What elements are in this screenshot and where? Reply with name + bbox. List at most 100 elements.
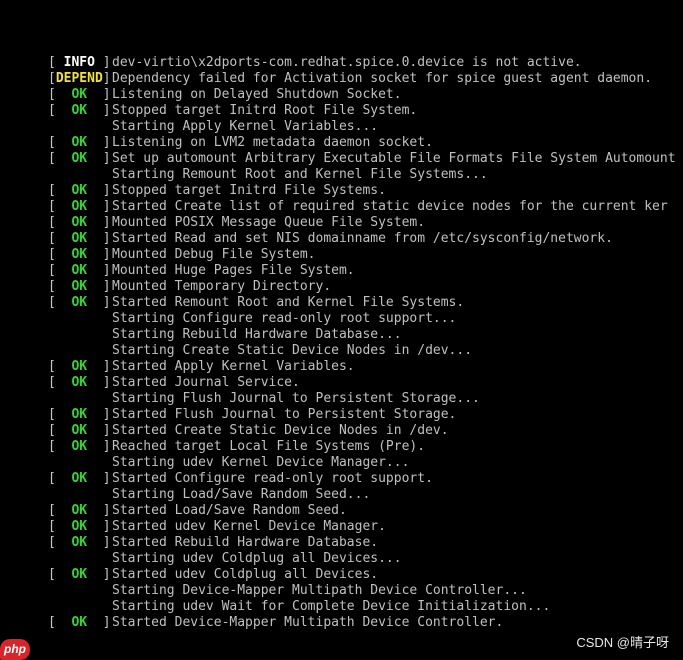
- status-tag: OK: [71, 439, 88, 454]
- status-tag: OK: [71, 199, 88, 214]
- status-tag: OK: [71, 471, 88, 486]
- status-bracket-open: [: [48, 263, 72, 278]
- status-bracket-close: ]: [87, 519, 111, 534]
- log-message: Mounted Huge Pages File System.: [112, 263, 355, 278]
- status-tag: OK: [71, 183, 88, 198]
- log-line: Starting Create Static Device Nodes in /…: [48, 343, 683, 359]
- log-message: Stopped target Initrd Root File System.: [112, 103, 418, 118]
- status-tag: OK: [71, 535, 88, 550]
- status-bracket-open: [: [48, 519, 72, 534]
- status-bracket-close: ]: [87, 503, 111, 518]
- log-message: Started Configure read-only root support…: [112, 471, 433, 486]
- status-bracket-close: ]: [87, 279, 111, 294]
- log-message: Mounted Temporary Directory.: [112, 279, 332, 294]
- status-badge: [ OK ]: [48, 375, 112, 391]
- log-message: Started Device-Mapper Multipath Device C…: [112, 615, 504, 630]
- status-bracket-close: ]: [87, 359, 111, 374]
- log-line: [ OK ]Listening on Delayed Shutdown Sock…: [48, 87, 683, 103]
- log-message: Starting udev Kernel Device Manager...: [112, 455, 410, 470]
- status-tag: OK: [71, 375, 88, 390]
- status-bracket-close: ]: [87, 423, 111, 438]
- status-bracket-close: ]: [87, 247, 111, 262]
- log-line: [ OK ]Started Flush Journal to Persisten…: [48, 407, 683, 423]
- log-line: Starting udev Kernel Device Manager...: [48, 455, 683, 471]
- status-badge: [ OK ]: [48, 567, 112, 583]
- log-message: Reached target Local File Systems (Pre).: [112, 439, 426, 454]
- log-message: Started Create list of required static d…: [112, 199, 668, 214]
- status-bracket-close: ]: [87, 615, 111, 630]
- log-line: Starting Remount Root and Kernel File Sy…: [48, 167, 683, 183]
- status-badge: [ OK ]: [48, 359, 112, 375]
- status-bracket-open: [: [48, 567, 72, 582]
- status-tag: OK: [71, 263, 88, 278]
- log-message: Starting Create Static Device Nodes in /…: [112, 343, 473, 358]
- status-badge: [ OK ]: [48, 215, 112, 231]
- log-line: [DEPEND]Dependency failed for Activation…: [48, 71, 683, 87]
- log-message: Starting Device-Mapper Multipath Device …: [112, 583, 527, 598]
- status-tag: OK: [71, 215, 88, 230]
- status-bracket-close: ]: [87, 87, 111, 102]
- status-bracket-open: [: [48, 295, 72, 310]
- status-badge: [ OK ]: [48, 87, 112, 103]
- status-bracket-close: ]: [87, 231, 111, 246]
- status-bracket-open: [: [48, 87, 72, 102]
- status-badge: [ OK ]: [48, 615, 112, 631]
- status-badge: [ OK ]: [48, 279, 112, 295]
- status-bracket-close: ]: [87, 135, 111, 150]
- log-line: [ OK ]Started Configure read-only root s…: [48, 471, 683, 487]
- log-line: Starting Flush Journal to Persistent Sto…: [48, 391, 683, 407]
- status-badge: [ OK ]: [48, 103, 112, 119]
- status-bracket-open: [: [48, 151, 72, 166]
- log-message: Started udev Kernel Device Manager.: [112, 519, 386, 534]
- status-tag: OK: [71, 103, 88, 118]
- log-message: Dependency failed for Activation socket …: [112, 71, 653, 86]
- log-line: Starting Apply Kernel Variables...: [48, 119, 683, 135]
- status-bracket-open: [: [48, 103, 72, 118]
- status-badge: [ OK ]: [48, 183, 112, 199]
- console-screen: [ INFO ]dev-virtio\x2dports-com.redhat.s…: [0, 0, 683, 660]
- status-bracket-open: [: [48, 183, 72, 198]
- log-line: Starting Rebuild Hardware Database...: [48, 327, 683, 343]
- log-message: Listening on Delayed Shutdown Socket.: [112, 87, 402, 102]
- status-bracket-open: [: [48, 375, 72, 390]
- status-tag: DEPEND: [55, 71, 103, 86]
- log-message: Starting Flush Journal to Persistent Sto…: [112, 391, 480, 406]
- status-badge: [ OK ]: [48, 295, 112, 311]
- log-line: [ INFO ]dev-virtio\x2dports-com.redhat.s…: [48, 55, 683, 71]
- status-bracket-close: ]: [87, 439, 111, 454]
- log-message: dev-virtio\x2dports-com.redhat.spice.0.d…: [112, 55, 582, 70]
- status-tag: OK: [71, 279, 88, 294]
- status-bracket-close: ]: [87, 295, 111, 310]
- status-badge: [ INFO ]: [48, 55, 112, 71]
- status-bracket-open: [: [48, 247, 72, 262]
- log-message: Started Rebuild Hardware Database.: [112, 535, 379, 550]
- status-bracket-close: ]: [87, 535, 111, 550]
- log-line: [ OK ]Started udev Coldplug all Devices.: [48, 567, 683, 583]
- log-message: Started udev Coldplug all Devices.: [112, 567, 379, 582]
- log-message: Listening on LVM2 metadata daemon socket…: [112, 135, 433, 150]
- log-line: Starting udev Coldplug all Devices...: [48, 551, 683, 567]
- log-message: Starting Configure read-only root suppor…: [112, 311, 457, 326]
- log-line: [ OK ]Stopped target Initrd File Systems…: [48, 183, 683, 199]
- log-line: [ OK ]Listening on LVM2 metadata daemon …: [48, 135, 683, 151]
- log-message: Mounted POSIX Message Queue File System.: [112, 215, 426, 230]
- status-bracket-close: ]: [87, 215, 111, 230]
- status-bracket-open: [: [48, 423, 72, 438]
- status-badge: [ OK ]: [48, 407, 112, 423]
- status-bracket-close: ]: [87, 199, 111, 214]
- status-bracket-close: ]: [94, 55, 111, 70]
- log-message: Starting Apply Kernel Variables...: [112, 119, 379, 134]
- status-tag: OK: [71, 407, 88, 422]
- log-line: [ OK ]Started Rebuild Hardware Database.: [48, 535, 683, 551]
- log-message: Starting udev Wait for Complete Device I…: [112, 599, 551, 614]
- status-bracket-close: ]: [87, 103, 111, 118]
- status-tag: OK: [71, 615, 88, 630]
- status-bracket-open: [: [48, 231, 72, 246]
- status-tag: OK: [71, 231, 88, 246]
- csdn-watermark: CSDN @晴子呀: [576, 635, 669, 650]
- log-line: [ OK ]Started Device-Mapper Multipath De…: [48, 615, 683, 631]
- log-line: [ OK ]Started Read and set NIS domainnam…: [48, 231, 683, 247]
- log-line: [ OK ]Stopped target Initrd Root File Sy…: [48, 103, 683, 119]
- status-badge: [DEPEND]: [48, 71, 112, 87]
- log-line: [ OK ]Set up automount Arbitrary Executa…: [48, 151, 683, 167]
